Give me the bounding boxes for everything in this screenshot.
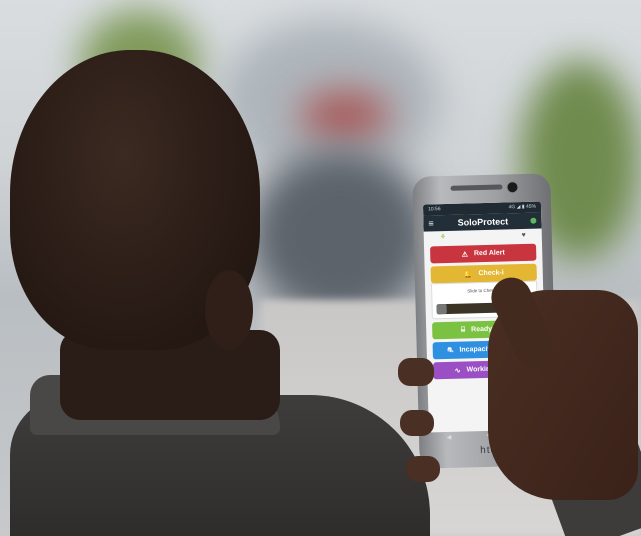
app-title: SoloProtect [457, 216, 509, 228]
red-alert-label: Red Alert [473, 249, 505, 258]
status-indicators: 4G ◢ ▮ 45% [508, 203, 537, 211]
person-ear [205, 270, 253, 350]
photo: 10:56 4G ◢ ▮ 45% ≡ SoloProtect ⚘ ♥ ⚠ Red… [0, 0, 641, 536]
finger-3 [406, 456, 440, 482]
heart-icon: ♥ [521, 231, 526, 239]
phone-camera [506, 181, 519, 194]
status-dot-icon [530, 217, 537, 224]
alert-triangle-icon: ⚠ [461, 250, 469, 259]
finger-1 [398, 358, 434, 386]
phone-speaker [450, 184, 503, 191]
person-hand [398, 270, 641, 536]
background-car-red [300, 90, 390, 140]
status-time: 10:56 [427, 206, 441, 213]
finger-2 [400, 410, 434, 436]
app-bar: ≡ SoloProtect [423, 212, 542, 232]
red-alert-button[interactable]: ⚠ Red Alert [430, 243, 537, 264]
tree-icon: ⚘ [439, 233, 447, 242]
